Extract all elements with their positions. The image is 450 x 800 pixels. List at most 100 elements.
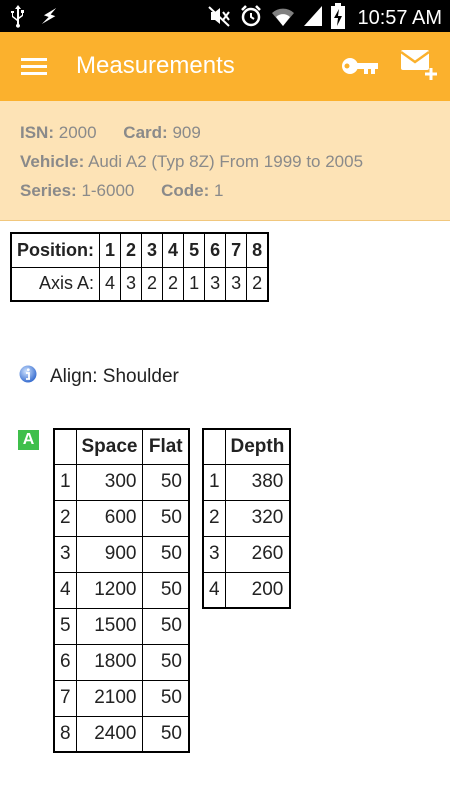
position-number: 8 (246, 232, 269, 268)
depth-table-row: 4 200 (202, 571, 291, 609)
alarm-icon (239, 4, 263, 33)
add-mail-icon[interactable] (398, 44, 442, 88)
space-table-row: 6 1800 50 (53, 643, 190, 681)
index-header (53, 428, 77, 465)
cell-value: 50 (142, 607, 190, 645)
axis-row: Axis A: 4 3 2 2 1 3 3 2 (10, 266, 269, 302)
row-index: 3 (53, 535, 77, 573)
space-table-body: 1 300 50 2 600 50 3 900 50 4 1200 50 5 1500 50 6 1800 50 7… (53, 463, 190, 753)
info-row-isn-card: ISN: 2000 Card: 909 (20, 123, 201, 143)
cell-value: 1200 (75, 571, 144, 609)
code-label: Code: (161, 181, 210, 200)
key-icon[interactable] (340, 48, 380, 84)
cell-value: 600 (75, 499, 144, 537)
status-bar: 10:57 AM (0, 0, 450, 32)
section-a-badge: A (18, 430, 39, 450)
usb-icon (10, 4, 26, 33)
cell-value: 1800 (75, 643, 144, 681)
space-header: Space (75, 428, 144, 465)
axis-value: 3 (120, 266, 143, 302)
space-table-row: 2 600 50 (53, 499, 190, 537)
cell-value: 50 (142, 499, 190, 537)
cell-value: 50 (142, 463, 190, 501)
vehicle-value: Audi A2 (Typ 8Z) From 1999 to 2005 (88, 152, 364, 171)
depth-table-header-row: Depth (202, 428, 291, 465)
wifi-icon (271, 4, 295, 33)
cell-value: 380 (224, 463, 291, 501)
cell-value: 900 (75, 535, 144, 573)
page-title: Measurements (76, 52, 235, 79)
cell-value: 50 (142, 535, 190, 573)
position-number: 3 (141, 232, 164, 268)
axis-value: 2 (162, 266, 185, 302)
app-bar: Measurements (0, 32, 450, 101)
align-row: Align: Shoulder (18, 364, 179, 389)
row-index: 3 (202, 535, 226, 573)
info-icon (18, 364, 38, 389)
row-index: 2 (202, 499, 226, 537)
space-table-row: 3 900 50 (53, 535, 190, 573)
info-row-series-code: Series: 1-6000 Code: 1 (20, 181, 223, 201)
series-label: Series: (20, 181, 77, 200)
space-table-row: 8 2400 50 (53, 715, 190, 753)
vehicle-label: Vehicle: (20, 152, 85, 171)
cell-value: 200 (224, 571, 291, 609)
axis-label: Axis A: (10, 266, 100, 302)
depth-table-row: 1 380 (202, 463, 291, 501)
row-index: 4 (202, 571, 226, 609)
depth-table-row: 3 260 (202, 535, 291, 573)
space-table-row: 4 1200 50 (53, 571, 190, 609)
depth-table-body: 1 380 2 320 3 260 4 200 (202, 463, 291, 609)
space-flat-table: Space Flat 1 300 50 2 600 50 3 900 50 4 1200 50 5 150… (53, 428, 190, 753)
card-label: Card: (123, 123, 168, 142)
space-table-row: 7 2100 50 (53, 679, 190, 717)
cell-value: 50 (142, 715, 190, 753)
axis-value: 3 (225, 266, 248, 302)
cell-value: 50 (142, 571, 190, 609)
info-row-vehicle: Vehicle: Audi A2 (Typ 8Z) From 1999 to 2… (20, 152, 363, 172)
isn-value: 2000 (58, 123, 97, 142)
menu-icon[interactable] (18, 52, 52, 82)
cell-value: 300 (75, 463, 144, 501)
position-number: 2 (120, 232, 143, 268)
battery-charging-icon (331, 3, 346, 34)
row-index: 5 (53, 607, 77, 645)
space-table-row: 1 300 50 (53, 463, 190, 501)
cell-value: 260 (224, 535, 291, 573)
axis-value: 4 (98, 266, 122, 302)
clock: 10:57 AM (357, 7, 442, 29)
space-table-row: 5 1500 50 (53, 607, 190, 645)
position-header-label: Position: (10, 232, 100, 268)
isn-label: ISN: (20, 123, 54, 142)
cell-value: 1500 (75, 607, 144, 645)
code-value: 1 (214, 181, 224, 200)
cell-value: 2100 (75, 679, 144, 717)
space-table-header-row: Space Flat (53, 428, 190, 465)
cell-value: 2400 (75, 715, 144, 753)
position-number: 4 (162, 232, 185, 268)
cell-value: 50 (142, 679, 190, 717)
axis-value: 3 (204, 266, 227, 302)
flash-icon (40, 4, 58, 33)
position-number: 1 (98, 232, 122, 268)
signal-icon (303, 4, 323, 33)
row-index: 8 (53, 715, 77, 753)
row-index: 4 (53, 571, 77, 609)
position-number: 6 (204, 232, 227, 268)
position-number: 7 (225, 232, 248, 268)
info-panel: ISN: 2000 Card: 909 Vehicle: Audi A2 (Ty… (0, 101, 450, 221)
depth-table: Depth 1 380 2 320 3 260 4 200 (202, 428, 292, 609)
index-header (202, 428, 226, 465)
row-index: 1 (202, 463, 226, 501)
card-value: 909 (172, 123, 201, 142)
row-index: 1 (53, 463, 77, 501)
align-text: Align: Shoulder (50, 365, 179, 387)
position-table: Position: 1 2 3 4 5 6 7 8 Axis A: 4 3 2 … (10, 232, 270, 302)
axis-value: 2 (141, 266, 164, 302)
axis-value: 1 (183, 266, 206, 302)
cell-value: 320 (224, 499, 291, 537)
position-number: 5 (183, 232, 206, 268)
depth-header: Depth (224, 428, 291, 465)
mute-icon (207, 4, 231, 33)
row-index: 2 (53, 499, 77, 537)
